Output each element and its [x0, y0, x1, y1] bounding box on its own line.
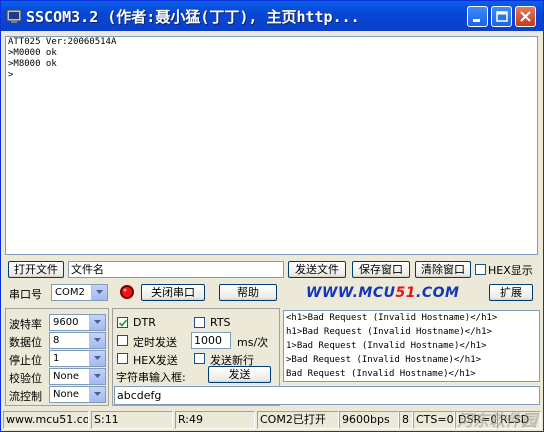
interval-input[interactable]: 1000 [191, 332, 231, 349]
chevron-down-icon [91, 285, 107, 300]
status-port-state: COM2已打开 [257, 411, 339, 429]
url-suffix: .COM [416, 285, 460, 301]
file-name-field[interactable]: 文件名 [68, 261, 284, 278]
clear-window-button[interactable]: 清除窗口 [415, 261, 471, 278]
watermark: 河东软件园 [456, 411, 537, 430]
expand-button[interactable]: 扩展 [489, 284, 533, 301]
chevron-down-icon [89, 369, 105, 384]
response-line: 1>Bad Request (Invalid Hostname)</h1> [286, 341, 487, 351]
stopbits-label: 停止位 [9, 354, 42, 367]
response-line: >Bad Request (Invalid Hostname)</h1> [286, 355, 482, 365]
receive-area[interactable]: ATT025 Ver:20060514A >M0000 ok >M8000 ok… [5, 36, 538, 255]
chevron-down-icon [89, 333, 105, 348]
url-number: 51 [395, 285, 416, 301]
hex-display-label: HEX显示 [488, 264, 533, 277]
help-button[interactable]: 帮助 [219, 284, 277, 301]
hex-send-checkbox[interactable] [117, 353, 128, 364]
port-status-led-icon [120, 285, 134, 299]
dtr-checkbox[interactable] [117, 317, 128, 328]
flow-select[interactable]: None [49, 386, 106, 403]
flow-label: 流控制 [9, 390, 42, 403]
hex-display-checkbox[interactable] [475, 264, 486, 275]
response-line: <h1>Bad Request (Invalid Hostname)</h1> [286, 313, 498, 323]
chevron-down-icon [89, 315, 105, 330]
app-icon [6, 9, 22, 23]
rts-checkbox[interactable] [194, 317, 205, 328]
parity-select[interactable]: None [49, 368, 106, 385]
receive-line: ATT025 Ver:20060514A [8, 37, 117, 47]
status-site: www.mcu51.cor [3, 411, 89, 429]
port-select[interactable]: COM2 [51, 284, 108, 301]
window-title: SSCOM3.2 (作者:聂小猛(丁丁), 主页http... [26, 8, 360, 26]
interval-unit: ms/次 [237, 336, 269, 349]
timed-send-checkbox[interactable] [117, 335, 128, 346]
hex-send-label: HEX发送 [133, 354, 178, 367]
baud-value: 9600 [53, 317, 79, 328]
dtr-label: DTR [133, 316, 156, 329]
receive-line: >M8000 ok [8, 59, 57, 69]
status-received-count: R:49 [175, 411, 255, 429]
open-file-button[interactable]: 打开文件 [8, 261, 64, 278]
rts-label: RTS [210, 316, 231, 329]
parity-label: 校验位 [9, 372, 42, 385]
send-newline-checkbox[interactable] [194, 353, 205, 364]
status-sent-count: S:11 [91, 411, 173, 429]
baud-label: 波特率 [9, 318, 42, 331]
input-label: 字符串输入框: [116, 371, 186, 384]
save-window-button[interactable]: 保存窗口 [352, 261, 410, 278]
send-input[interactable]: abcdefg [114, 386, 540, 405]
receive-line: >M0000 ok [8, 48, 57, 58]
response-line: h1>Bad Request (Invalid Hostname)</h1> [286, 327, 492, 337]
minimize-icon [473, 19, 480, 22]
send-button[interactable]: 发送 [208, 366, 271, 383]
baud-select[interactable]: 9600 [49, 314, 106, 331]
title-bar[interactable]: SSCOM3.2 (作者:聂小猛(丁丁), 主页http... [1, 1, 543, 31]
flow-value: None [53, 389, 80, 400]
receive-line: > [8, 70, 14, 80]
app-window: SSCOM3.2 (作者:聂小猛(丁丁), 主页http... ATT025 V… [0, 0, 544, 432]
minimize-button[interactable] [467, 6, 488, 27]
send-file-button[interactable]: 发送文件 [288, 261, 346, 278]
checkmark-icon [119, 319, 127, 327]
maximize-icon [496, 11, 508, 22]
status-baud: 9600bps [339, 411, 399, 429]
databits-label: 数据位 [9, 336, 42, 349]
maximize-button[interactable] [491, 6, 512, 27]
port-value: COM2 [55, 287, 85, 298]
close-button[interactable] [515, 6, 536, 27]
stopbits-select[interactable]: 1 [49, 350, 106, 367]
status-cts: CTS=0 [413, 411, 455, 429]
close-port-button[interactable]: 关闭串口 [141, 284, 205, 301]
website-logo: WWW.MCU51.COM [306, 285, 459, 301]
url-prefix: WWW.MCU [306, 285, 396, 301]
parity-value: None [53, 371, 80, 382]
stopbits-value: 1 [53, 353, 60, 364]
chevron-down-icon [89, 351, 105, 366]
response-text-box[interactable]: <h1>Bad Request (Invalid Hostname)</h1> … [283, 310, 540, 382]
close-icon [520, 11, 531, 22]
timed-send-label: 定时发送 [133, 336, 177, 349]
response-line: Bad Request (Invalid Hostname)</h1> [286, 369, 476, 379]
chevron-down-icon [89, 387, 105, 402]
status-lines: 8 [399, 411, 413, 429]
databits-select[interactable]: 8 [49, 332, 106, 349]
port-label: 串口号 [9, 288, 42, 301]
databits-value: 8 [53, 335, 60, 346]
